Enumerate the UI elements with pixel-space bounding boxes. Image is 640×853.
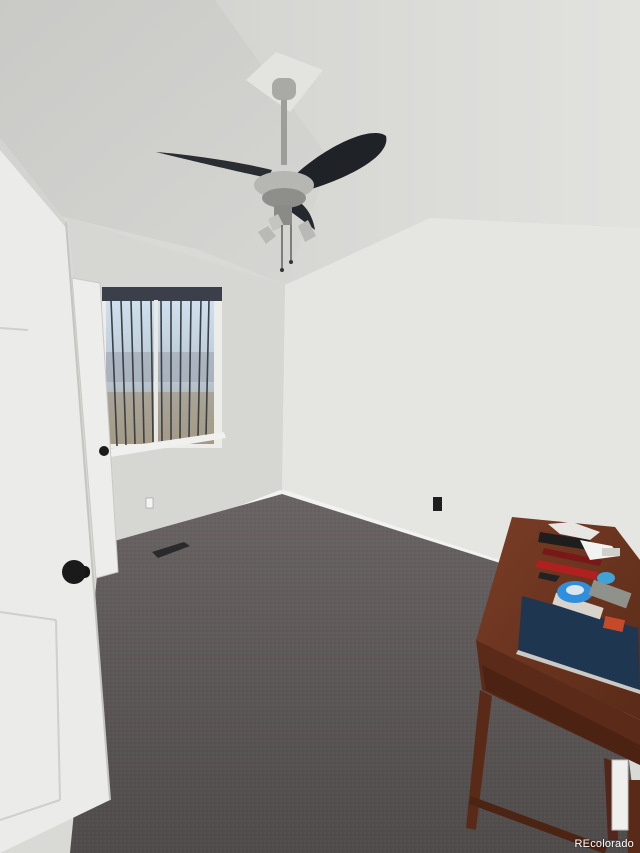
outlet-right bbox=[433, 497, 442, 511]
window-blind-valance bbox=[102, 287, 222, 301]
closet-door-knob bbox=[99, 446, 109, 456]
watermark: REcolorado bbox=[574, 838, 634, 850]
outlet-left bbox=[145, 497, 154, 509]
baseboard-heater bbox=[611, 759, 629, 831]
room-photo bbox=[0, 0, 640, 853]
window bbox=[102, 287, 226, 458]
